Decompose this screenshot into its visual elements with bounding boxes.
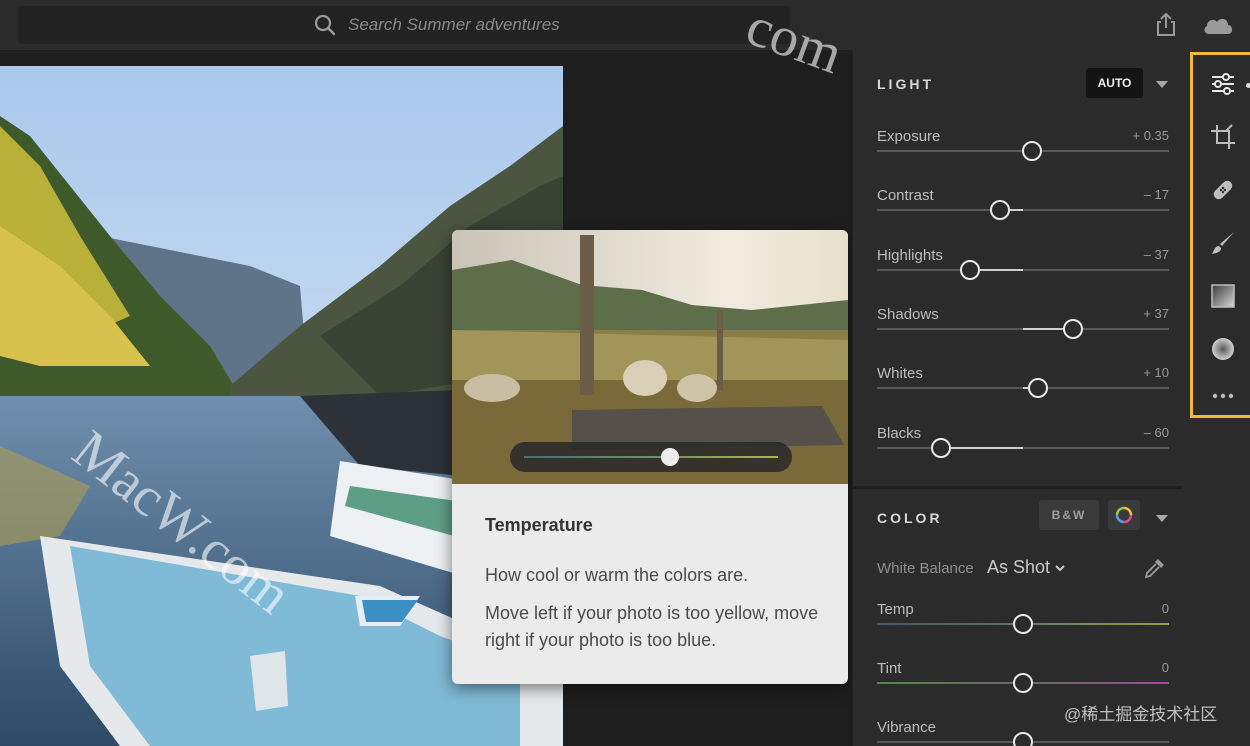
auto-button[interactable]: AUTO	[1086, 68, 1143, 98]
app-window: Search Summer adventures Temperature How…	[0, 0, 1250, 746]
search-input[interactable]: Search Summer adventures	[348, 15, 560, 35]
crop-icon[interactable]	[1209, 123, 1237, 151]
slider-value[interactable]: + 10	[1143, 365, 1169, 380]
radial-gradient-icon[interactable]	[1209, 335, 1237, 363]
light-slider-exposure[interactable]: Exposure + 0.35	[877, 128, 1169, 172]
light-slider-whites[interactable]: Whites + 10	[877, 365, 1169, 409]
light-slider-contrast[interactable]: Contrast – 17	[877, 187, 1169, 231]
slider-value[interactable]: – 37	[1144, 247, 1169, 262]
light-collapse-chevron-icon[interactable]	[1156, 81, 1168, 88]
tooltip-description: How cool or warm the colors are. Move le…	[485, 562, 825, 654]
tooltip-title: Temperature	[485, 515, 593, 535]
slider-label: Tint	[877, 660, 902, 677]
temperature-tooltip: Temperature How cool or warm the colors …	[452, 230, 848, 684]
slider-label: Highlights	[877, 246, 943, 264]
slider-fill	[941, 446, 1023, 449]
slider-track[interactable]	[877, 446, 1169, 449]
chevron-down-icon[interactable]	[1053, 561, 1067, 575]
slider-track[interactable]	[877, 209, 1169, 212]
slider-value[interactable]: 0	[1162, 660, 1169, 675]
slider-value[interactable]: 0	[1162, 601, 1169, 616]
color-section-heading[interactable]: COLOR	[877, 510, 943, 526]
slider-track[interactable]	[877, 268, 1169, 271]
slider-label: Vibrance	[877, 719, 936, 736]
color-wheel-icon	[1115, 506, 1133, 524]
slider-label: Contrast	[877, 187, 934, 205]
slider-value[interactable]: + 37	[1143, 306, 1169, 321]
slider-knob[interactable]	[931, 437, 951, 458]
slider-label: Blacks	[877, 424, 922, 442]
slider-value[interactable]: + 0.35	[1132, 128, 1169, 143]
edit-panel: LIGHT AUTO Exposure + 0.35 Contrast – 17 Hig…	[852, 50, 1182, 746]
slider-knob[interactable]	[1013, 614, 1033, 634]
active-tool-indicator	[1246, 83, 1250, 88]
linear-gradient-icon[interactable]	[1209, 282, 1237, 310]
tooltip-line-2: Move left if your photo is too yellow, m…	[485, 603, 819, 650]
tooltip-line-1: How cool or warm the colors are.	[485, 565, 749, 585]
slider-label: Exposure	[877, 128, 941, 145]
brush-icon[interactable]	[1209, 229, 1237, 257]
color-mixer-button[interactable]	[1108, 500, 1140, 530]
healing-bandage-icon[interactable]	[1209, 176, 1237, 204]
slider-value[interactable]: – 17	[1144, 187, 1169, 202]
share-icon[interactable]	[1153, 12, 1179, 38]
light-section-heading[interactable]: LIGHT	[877, 76, 934, 92]
slider-label: Temp	[877, 601, 914, 618]
search-bar[interactable]: Search Summer adventures	[18, 6, 790, 44]
color-slider-tint[interactable]: Tint 0	[877, 660, 1169, 704]
white-balance-dropdown[interactable]: As Shot	[987, 557, 1050, 578]
tool-strip	[1182, 50, 1250, 746]
edit-sliders-icon[interactable]	[1209, 70, 1237, 98]
slider-knob[interactable]	[1013, 732, 1033, 746]
light-slider-highlights[interactable]: Highlights – 37	[877, 247, 1169, 291]
slider-knob[interactable]	[990, 200, 1010, 221]
tooltip-slider-knob	[661, 448, 679, 466]
section-divider	[853, 486, 1182, 489]
slider-label: Shadows	[877, 305, 939, 323]
bw-button[interactable]: B&W	[1039, 500, 1099, 530]
slider-value[interactable]: – 60	[1144, 425, 1169, 440]
tooltip-slider-track	[524, 456, 778, 458]
light-slider-blacks[interactable]: Blacks – 60	[877, 425, 1169, 469]
slider-knob[interactable]	[1028, 378, 1048, 399]
slider-label: Whites	[877, 365, 923, 383]
white-balance-label: White Balance	[877, 560, 974, 577]
eyedropper-icon[interactable]	[1143, 556, 1167, 580]
color-collapse-chevron-icon[interactable]	[1156, 515, 1168, 522]
slider-knob[interactable]	[1063, 318, 1083, 339]
slider-knob[interactable]	[1013, 673, 1033, 693]
color-slider-temp[interactable]: Temp 0	[877, 601, 1169, 645]
more-icon[interactable]	[1209, 382, 1237, 410]
slider-knob[interactable]	[1022, 141, 1042, 161]
light-slider-shadows[interactable]: Shadows + 37	[877, 306, 1169, 350]
cloud-icon[interactable]	[1201, 12, 1235, 38]
slider-knob[interactable]	[960, 259, 980, 280]
credit-watermark: @稀土掘金技术社区	[1064, 705, 1218, 724]
tooltip-temp-slider	[510, 442, 792, 472]
search-icon	[314, 14, 336, 36]
top-bar: Search Summer adventures	[0, 0, 1250, 50]
